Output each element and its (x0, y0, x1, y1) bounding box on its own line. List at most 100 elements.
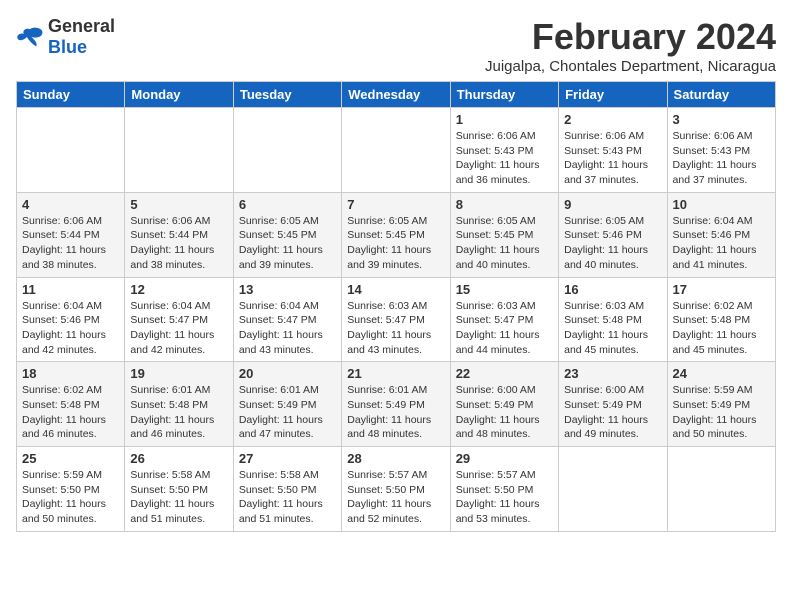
day-number: 18 (22, 366, 119, 381)
day-info: Sunrise: 6:02 AM Sunset: 5:48 PM Dayligh… (673, 299, 770, 358)
logo-text: General Blue (48, 16, 115, 58)
weekday-header-thursday: Thursday (450, 82, 558, 108)
calendar-week-row: 4 Sunrise: 6:06 AM Sunset: 5:44 PM Daylig… (17, 192, 776, 277)
calendar-cell: 13 Sunrise: 6:04 AM Sunset: 5:47 PM Dayli… (233, 277, 341, 362)
day-info: Sunrise: 6:00 AM Sunset: 5:49 PM Dayligh… (456, 383, 553, 442)
day-number: 10 (673, 197, 770, 212)
calendar-cell (559, 447, 667, 532)
calendar-cell: 29Sunrise: 5:57 AM Sunset: 5:50 PM Dayli… (450, 447, 558, 532)
calendar-cell: 3 Sunrise: 6:06 AM Sunset: 5:43 PM Daylig… (667, 108, 775, 193)
day-info: Sunrise: 6:03 AM Sunset: 5:47 PM Dayligh… (347, 299, 444, 358)
day-number: 16 (564, 282, 661, 297)
day-number: 3 (673, 112, 770, 127)
day-info: Sunrise: 6:05 AM Sunset: 5:45 PM Dayligh… (456, 214, 553, 273)
day-info: Sunrise: 6:06 AM Sunset: 5:44 PM Dayligh… (22, 214, 119, 273)
calendar-week-row: 1 Sunrise: 6:06 AM Sunset: 5:43 PM Daylig… (17, 108, 776, 193)
day-info: Sunrise: 5:59 AM Sunset: 5:50 PM Dayligh… (22, 468, 119, 527)
day-info: Sunrise: 6:04 AM Sunset: 5:47 PM Dayligh… (130, 299, 227, 358)
day-number: 27 (239, 451, 336, 466)
day-info: Sunrise: 6:05 AM Sunset: 5:45 PM Dayligh… (239, 214, 336, 273)
calendar-cell: 5 Sunrise: 6:06 AM Sunset: 5:44 PM Daylig… (125, 192, 233, 277)
day-info: Sunrise: 6:01 AM Sunset: 5:48 PM Dayligh… (130, 383, 227, 442)
day-info: Sunrise: 5:59 AM Sunset: 5:49 PM Dayligh… (673, 383, 770, 442)
day-info: Sunrise: 6:06 AM Sunset: 5:43 PM Dayligh… (564, 129, 661, 188)
weekday-header-row: SundayMondayTuesdayWednesdayThursdayFrid… (17, 82, 776, 108)
day-number: 6 (239, 197, 336, 212)
calendar-cell: 14 Sunrise: 6:03 AM Sunset: 5:47 PM Dayli… (342, 277, 450, 362)
day-info: Sunrise: 6:06 AM Sunset: 5:44 PM Dayligh… (130, 214, 227, 273)
calendar-cell: 4 Sunrise: 6:06 AM Sunset: 5:44 PM Daylig… (17, 192, 125, 277)
day-info: Sunrise: 6:04 AM Sunset: 5:47 PM Dayligh… (239, 299, 336, 358)
calendar-cell (342, 108, 450, 193)
day-number: 2 (564, 112, 661, 127)
day-number: 11 (22, 282, 119, 297)
day-info: Sunrise: 6:05 AM Sunset: 5:45 PM Dayligh… (347, 214, 444, 273)
calendar-cell: 2 Sunrise: 6:06 AM Sunset: 5:43 PM Daylig… (559, 108, 667, 193)
calendar-week-row: 11 Sunrise: 6:04 AM Sunset: 5:46 PM Dayli… (17, 277, 776, 362)
day-info: Sunrise: 6:02 AM Sunset: 5:48 PM Dayligh… (22, 383, 119, 442)
day-number: 1 (456, 112, 553, 127)
calendar-cell: 1 Sunrise: 6:06 AM Sunset: 5:43 PM Daylig… (450, 108, 558, 193)
day-number: 25 (22, 451, 119, 466)
logo-general: General (48, 16, 115, 36)
calendar-cell: 27 Sunrise: 5:58 AM Sunset: 5:50 PM Dayli… (233, 447, 341, 532)
day-number: 4 (22, 197, 119, 212)
day-info: Sunrise: 6:05 AM Sunset: 5:46 PM Dayligh… (564, 214, 661, 273)
day-info: Sunrise: 6:03 AM Sunset: 5:47 PM Dayligh… (456, 299, 553, 358)
day-info: Sunrise: 6:06 AM Sunset: 5:43 PM Dayligh… (673, 129, 770, 188)
day-info: Sunrise: 6:04 AM Sunset: 5:46 PM Dayligh… (22, 299, 119, 358)
weekday-header-sunday: Sunday (17, 82, 125, 108)
day-number: 17 (673, 282, 770, 297)
day-number: 26 (130, 451, 227, 466)
weekday-header-tuesday: Tuesday (233, 82, 341, 108)
calendar-cell: 28Sunrise: 5:57 AM Sunset: 5:50 PM Dayli… (342, 447, 450, 532)
day-info: Sunrise: 5:58 AM Sunset: 5:50 PM Dayligh… (130, 468, 227, 527)
calendar-cell: 11 Sunrise: 6:04 AM Sunset: 5:46 PM Dayli… (17, 277, 125, 362)
calendar-cell: 10 Sunrise: 6:04 AM Sunset: 5:46 PM Dayli… (667, 192, 775, 277)
calendar-cell: 16 Sunrise: 6:03 AM Sunset: 5:48 PM Dayli… (559, 277, 667, 362)
calendar-cell: 9 Sunrise: 6:05 AM Sunset: 5:46 PM Daylig… (559, 192, 667, 277)
day-number: 13 (239, 282, 336, 297)
day-number: 7 (347, 197, 444, 212)
weekday-header-saturday: Saturday (667, 82, 775, 108)
calendar-cell: 22Sunrise: 6:00 AM Sunset: 5:49 PM Dayli… (450, 362, 558, 447)
calendar-week-row: 18 Sunrise: 6:02 AM Sunset: 5:48 PM Dayli… (17, 362, 776, 447)
logo-bird-icon (16, 26, 44, 48)
calendar-cell (667, 447, 775, 532)
day-number: 14 (347, 282, 444, 297)
calendar-cell: 7 Sunrise: 6:05 AM Sunset: 5:45 PM Daylig… (342, 192, 450, 277)
day-info: Sunrise: 6:06 AM Sunset: 5:43 PM Dayligh… (456, 129, 553, 188)
weekday-header-friday: Friday (559, 82, 667, 108)
day-info: Sunrise: 5:57 AM Sunset: 5:50 PM Dayligh… (347, 468, 444, 527)
logo-blue: Blue (48, 37, 87, 57)
day-info: Sunrise: 5:58 AM Sunset: 5:50 PM Dayligh… (239, 468, 336, 527)
location-subtitle: Juigalpa, Chontales Department, Nicaragu… (485, 58, 776, 75)
calendar-week-row: 25 Sunrise: 5:59 AM Sunset: 5:50 PM Dayli… (17, 447, 776, 532)
day-number: 19 (130, 366, 227, 381)
day-number: 29 (456, 451, 553, 466)
calendar-table: SundayMondayTuesdayWednesdayThursdayFrid… (16, 81, 776, 532)
calendar-cell: 20Sunrise: 6:01 AM Sunset: 5:49 PM Dayli… (233, 362, 341, 447)
logo: General Blue (16, 16, 115, 58)
day-info: Sunrise: 6:00 AM Sunset: 5:49 PM Dayligh… (564, 383, 661, 442)
weekday-header-monday: Monday (125, 82, 233, 108)
day-number: 24 (673, 366, 770, 381)
day-number: 5 (130, 197, 227, 212)
day-number: 15 (456, 282, 553, 297)
calendar-cell: 24 Sunrise: 5:59 AM Sunset: 5:49 PM Dayli… (667, 362, 775, 447)
day-info: Sunrise: 6:01 AM Sunset: 5:49 PM Dayligh… (239, 383, 336, 442)
calendar-cell: 21Sunrise: 6:01 AM Sunset: 5:49 PM Dayli… (342, 362, 450, 447)
month-title: February 2024 (485, 16, 776, 58)
calendar-cell (125, 108, 233, 193)
calendar-cell (233, 108, 341, 193)
day-number: 21 (347, 366, 444, 381)
day-info: Sunrise: 6:03 AM Sunset: 5:48 PM Dayligh… (564, 299, 661, 358)
page-header: General Blue February 2024 Juigalpa, Cho… (16, 16, 776, 75)
day-number: 12 (130, 282, 227, 297)
calendar-cell: 15 Sunrise: 6:03 AM Sunset: 5:47 PM Dayli… (450, 277, 558, 362)
calendar-cell: 18 Sunrise: 6:02 AM Sunset: 5:48 PM Dayli… (17, 362, 125, 447)
calendar-cell: 8Sunrise: 6:05 AM Sunset: 5:45 PM Daylig… (450, 192, 558, 277)
day-number: 9 (564, 197, 661, 212)
day-info: Sunrise: 6:04 AM Sunset: 5:46 PM Dayligh… (673, 214, 770, 273)
calendar-cell: 17 Sunrise: 6:02 AM Sunset: 5:48 PM Dayli… (667, 277, 775, 362)
